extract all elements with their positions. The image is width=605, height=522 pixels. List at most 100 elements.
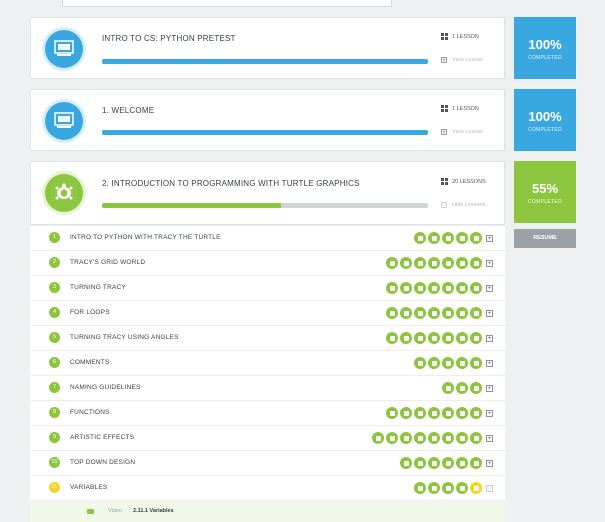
pencil-icon[interactable]	[428, 432, 440, 444]
check-icon[interactable]	[414, 432, 426, 444]
dot-icon[interactable]	[456, 307, 468, 319]
lesson-row[interactable]: 7 NAMING GUIDELINES +	[30, 375, 505, 400]
lesson-title[interactable]: TOP DOWN DESIGN	[70, 459, 135, 466]
pencil-icon[interactable]	[442, 332, 454, 344]
lesson-title[interactable]: NAMING GUIDELINES	[70, 384, 141, 391]
resume-button[interactable]: RESUME	[514, 229, 576, 248]
sub-item-row[interactable]: Video 2.11.1 Variables	[30, 501, 505, 522]
video-icon[interactable]	[414, 232, 426, 244]
star-icon[interactable]	[470, 282, 482, 294]
expand-icon[interactable]: +	[486, 284, 493, 292]
pencil-icon[interactable]	[442, 307, 454, 319]
quiz-icon[interactable]	[400, 407, 412, 419]
doc-icon[interactable]	[442, 482, 454, 494]
lesson-row[interactable]: 8 FUNCTIONS +	[30, 400, 505, 425]
view-lesson-link[interactable]: + View Lesson	[441, 57, 483, 64]
pencil-icon[interactable]	[470, 357, 482, 369]
quiz-icon[interactable]	[400, 332, 412, 344]
doc-icon[interactable]	[414, 332, 426, 344]
lesson-title[interactable]: INTRO TO PYTHON WITH TRACY THE TURTLE	[70, 234, 221, 241]
hide-lessons-link[interactable]: − Hide Lessons	[441, 202, 485, 209]
lesson-title[interactable]: COMMENTS	[70, 359, 110, 366]
lesson-row[interactable]: 5 TURNING TRACY USING ANGLES +	[30, 325, 505, 350]
star-icon[interactable]	[456, 432, 468, 444]
pencil-icon[interactable]	[442, 282, 454, 294]
video-icon[interactable]	[372, 432, 384, 444]
quiz-icon[interactable]	[400, 307, 412, 319]
expand-icon[interactable]: +	[486, 409, 493, 417]
lesson-title[interactable]: VARIABLES	[70, 484, 107, 491]
video-icon[interactable]	[386, 407, 398, 419]
video-icon[interactable]	[442, 382, 454, 394]
star-icon[interactable]	[470, 332, 482, 344]
star-icon[interactable]	[470, 407, 482, 419]
pencil-icon[interactable]	[470, 382, 482, 394]
expand-icon[interactable]: +	[486, 234, 493, 242]
dot-icon[interactable]	[442, 432, 454, 444]
star-icon[interactable]	[470, 257, 482, 269]
doc-icon[interactable]	[414, 257, 426, 269]
lesson-title[interactable]: TURNING TRACY	[70, 284, 126, 291]
view-lesson-link[interactable]: + View Lesson	[441, 129, 483, 136]
video-icon[interactable]	[414, 482, 426, 494]
lesson-row[interactable]: 11 VARIABLES −	[30, 475, 505, 500]
lesson-title[interactable]: TURNING TRACY USING ANGLES	[70, 334, 179, 341]
video-icon[interactable]	[386, 332, 398, 344]
video-icon[interactable]	[400, 457, 412, 469]
check-icon[interactable]	[456, 482, 468, 494]
lesson-row[interactable]: 6 COMMENTS +	[30, 350, 505, 375]
expand-icon[interactable]: +	[486, 359, 493, 367]
expand-icon[interactable]: +	[486, 259, 493, 267]
quiz-icon[interactable]	[386, 432, 398, 444]
doc-icon[interactable]	[414, 407, 426, 419]
expand-icon[interactable]: +	[486, 309, 493, 317]
unit-title[interactable]: 2. INTRODUCTION TO PROGRAMMING WITH TURT…	[102, 179, 360, 188]
quiz-icon[interactable]	[400, 282, 412, 294]
lesson-title[interactable]: TRACY'S GRID WORLD	[70, 259, 145, 266]
lesson-row[interactable]: 1 INTRO TO PYTHON WITH TRACY THE TURTLE +	[30, 225, 505, 250]
pencil-icon[interactable]	[456, 457, 468, 469]
doc-icon[interactable]	[442, 232, 454, 244]
sub-item-name[interactable]: 2.11.1 Variables	[133, 508, 174, 514]
lesson-row[interactable]: 10 TOP DOWN DESIGN +	[30, 450, 505, 475]
pencil-icon[interactable]	[442, 407, 454, 419]
video-icon[interactable]	[386, 307, 398, 319]
expand-icon[interactable]: +	[486, 459, 493, 467]
star2-icon[interactable]	[470, 432, 482, 444]
video-icon[interactable]	[386, 257, 398, 269]
pencil-icon[interactable]	[470, 482, 482, 494]
unit-title[interactable]: INTRO TO CS: PYTHON PRETEST	[102, 34, 236, 43]
quiz-icon[interactable]	[400, 257, 412, 269]
check-icon[interactable]	[428, 307, 440, 319]
video-icon[interactable]	[386, 282, 398, 294]
lesson-title[interactable]: FOR LOOPS	[70, 309, 110, 316]
lesson-row[interactable]: 4 FOR LOOPS +	[30, 300, 505, 325]
search-bar[interactable]	[62, 0, 392, 7]
dot-icon[interactable]	[456, 332, 468, 344]
pencil-icon[interactable]	[442, 257, 454, 269]
dot-icon[interactable]	[470, 457, 482, 469]
check-icon[interactable]	[456, 232, 468, 244]
expand-icon[interactable]: +	[486, 334, 493, 342]
check-icon[interactable]	[456, 357, 468, 369]
dot-icon[interactable]	[456, 282, 468, 294]
check-icon[interactable]	[428, 407, 440, 419]
collapse-icon[interactable]: −	[486, 484, 493, 492]
video-icon[interactable]	[414, 357, 426, 369]
check-icon[interactable]	[428, 257, 440, 269]
doc-icon[interactable]	[400, 432, 412, 444]
check-icon[interactable]	[442, 457, 454, 469]
quiz-icon[interactable]	[414, 457, 426, 469]
dot-icon[interactable]	[456, 257, 468, 269]
lesson-title[interactable]: FUNCTIONS	[70, 409, 110, 416]
expand-icon[interactable]: +	[486, 384, 493, 392]
lesson-title[interactable]: ARTISTIC EFFECTS	[70, 434, 134, 441]
dot-icon[interactable]	[456, 407, 468, 419]
lesson-row[interactable]: 3 TURNING TRACY +	[30, 275, 505, 300]
lesson-row[interactable]: 2 TRACY'S GRID WORLD +	[30, 250, 505, 275]
check-icon[interactable]	[428, 282, 440, 294]
quiz-icon[interactable]	[428, 357, 440, 369]
doc-icon[interactable]	[414, 282, 426, 294]
quiz-icon[interactable]	[428, 482, 440, 494]
check-icon[interactable]	[428, 332, 440, 344]
